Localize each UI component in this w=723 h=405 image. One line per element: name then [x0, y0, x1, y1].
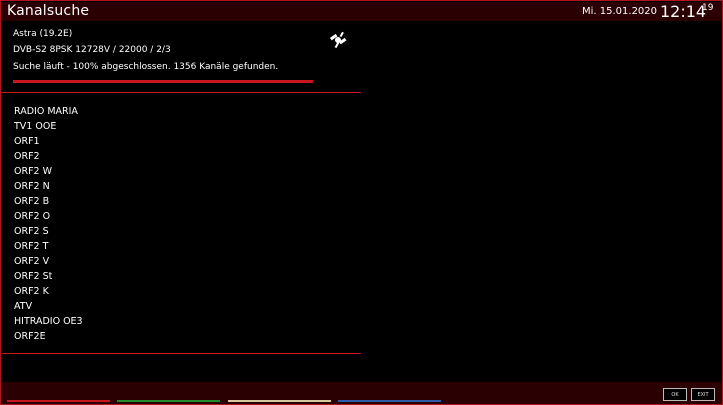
- transponder-info: DVB-S2 8PSK 12728V / 22000 / 2/3: [13, 45, 171, 55]
- divider-top: [2, 92, 361, 93]
- satellite-icon: [329, 31, 347, 49]
- clock-seconds: 19: [702, 3, 714, 13]
- channel-list-item: ORF2 W: [14, 166, 52, 177]
- satellite-name: Astra (19.2E): [13, 29, 73, 39]
- channel-list-item: ORF2 K: [14, 286, 49, 297]
- channel-list-item: ORF2 V: [14, 256, 50, 267]
- channel-list-item: ORF2 S: [14, 226, 49, 237]
- channel-list-item: ORF2 T: [14, 241, 49, 252]
- channel-list-item: TV1 OOE: [14, 121, 57, 132]
- page-title: Kanalsuche: [7, 3, 90, 19]
- green-key-bar[interactable]: [117, 400, 220, 402]
- channel-list-item: RADIO MARIA: [14, 106, 78, 117]
- channel-list-item: ORF2 O: [14, 211, 51, 222]
- clock-time: 12:14: [660, 2, 707, 21]
- yellow-key-bar[interactable]: [228, 400, 331, 402]
- red-key-bar[interactable]: [7, 400, 110, 402]
- date-display: Mi. 15.01.2020: [582, 6, 658, 17]
- divider-bottom: [2, 353, 361, 354]
- channel-list-item: ORF2E: [14, 331, 46, 342]
- channel-list-item: ORF2: [14, 151, 40, 162]
- channel-list-item: ORF2 N: [14, 181, 50, 192]
- channel-list: RADIO MARIA TV1 OOE ORF1 ORF2 ORF2 W ORF2 N OR…: [14, 105, 83, 345]
- channel-list-item: HITRADIO OE3: [14, 316, 83, 327]
- scan-status: Suche läuft - 100% abgeschlossen. 1356 K…: [13, 62, 279, 72]
- header-bar: Kanalsuche Mi. 15.01.2020 12:14 19: [2, 2, 721, 21]
- channel-list-item: ATV: [14, 301, 33, 312]
- scan-progress-bar: [13, 80, 313, 83]
- channel-list-item: ORF2 St: [14, 271, 53, 282]
- scan-window: Kanalsuche Mi. 15.01.2020 12:14 19 Astra…: [0, 0, 723, 405]
- footer-bar: OK EXIT: [2, 382, 721, 404]
- channel-list-item: ORF2 B: [14, 196, 50, 207]
- ok-button[interactable]: OK: [663, 388, 687, 401]
- scan-progress-fill: [13, 80, 313, 83]
- exit-button[interactable]: EXIT: [691, 388, 715, 401]
- channel-list-item: ORF1: [14, 136, 40, 147]
- blue-key-bar[interactable]: [338, 400, 441, 402]
